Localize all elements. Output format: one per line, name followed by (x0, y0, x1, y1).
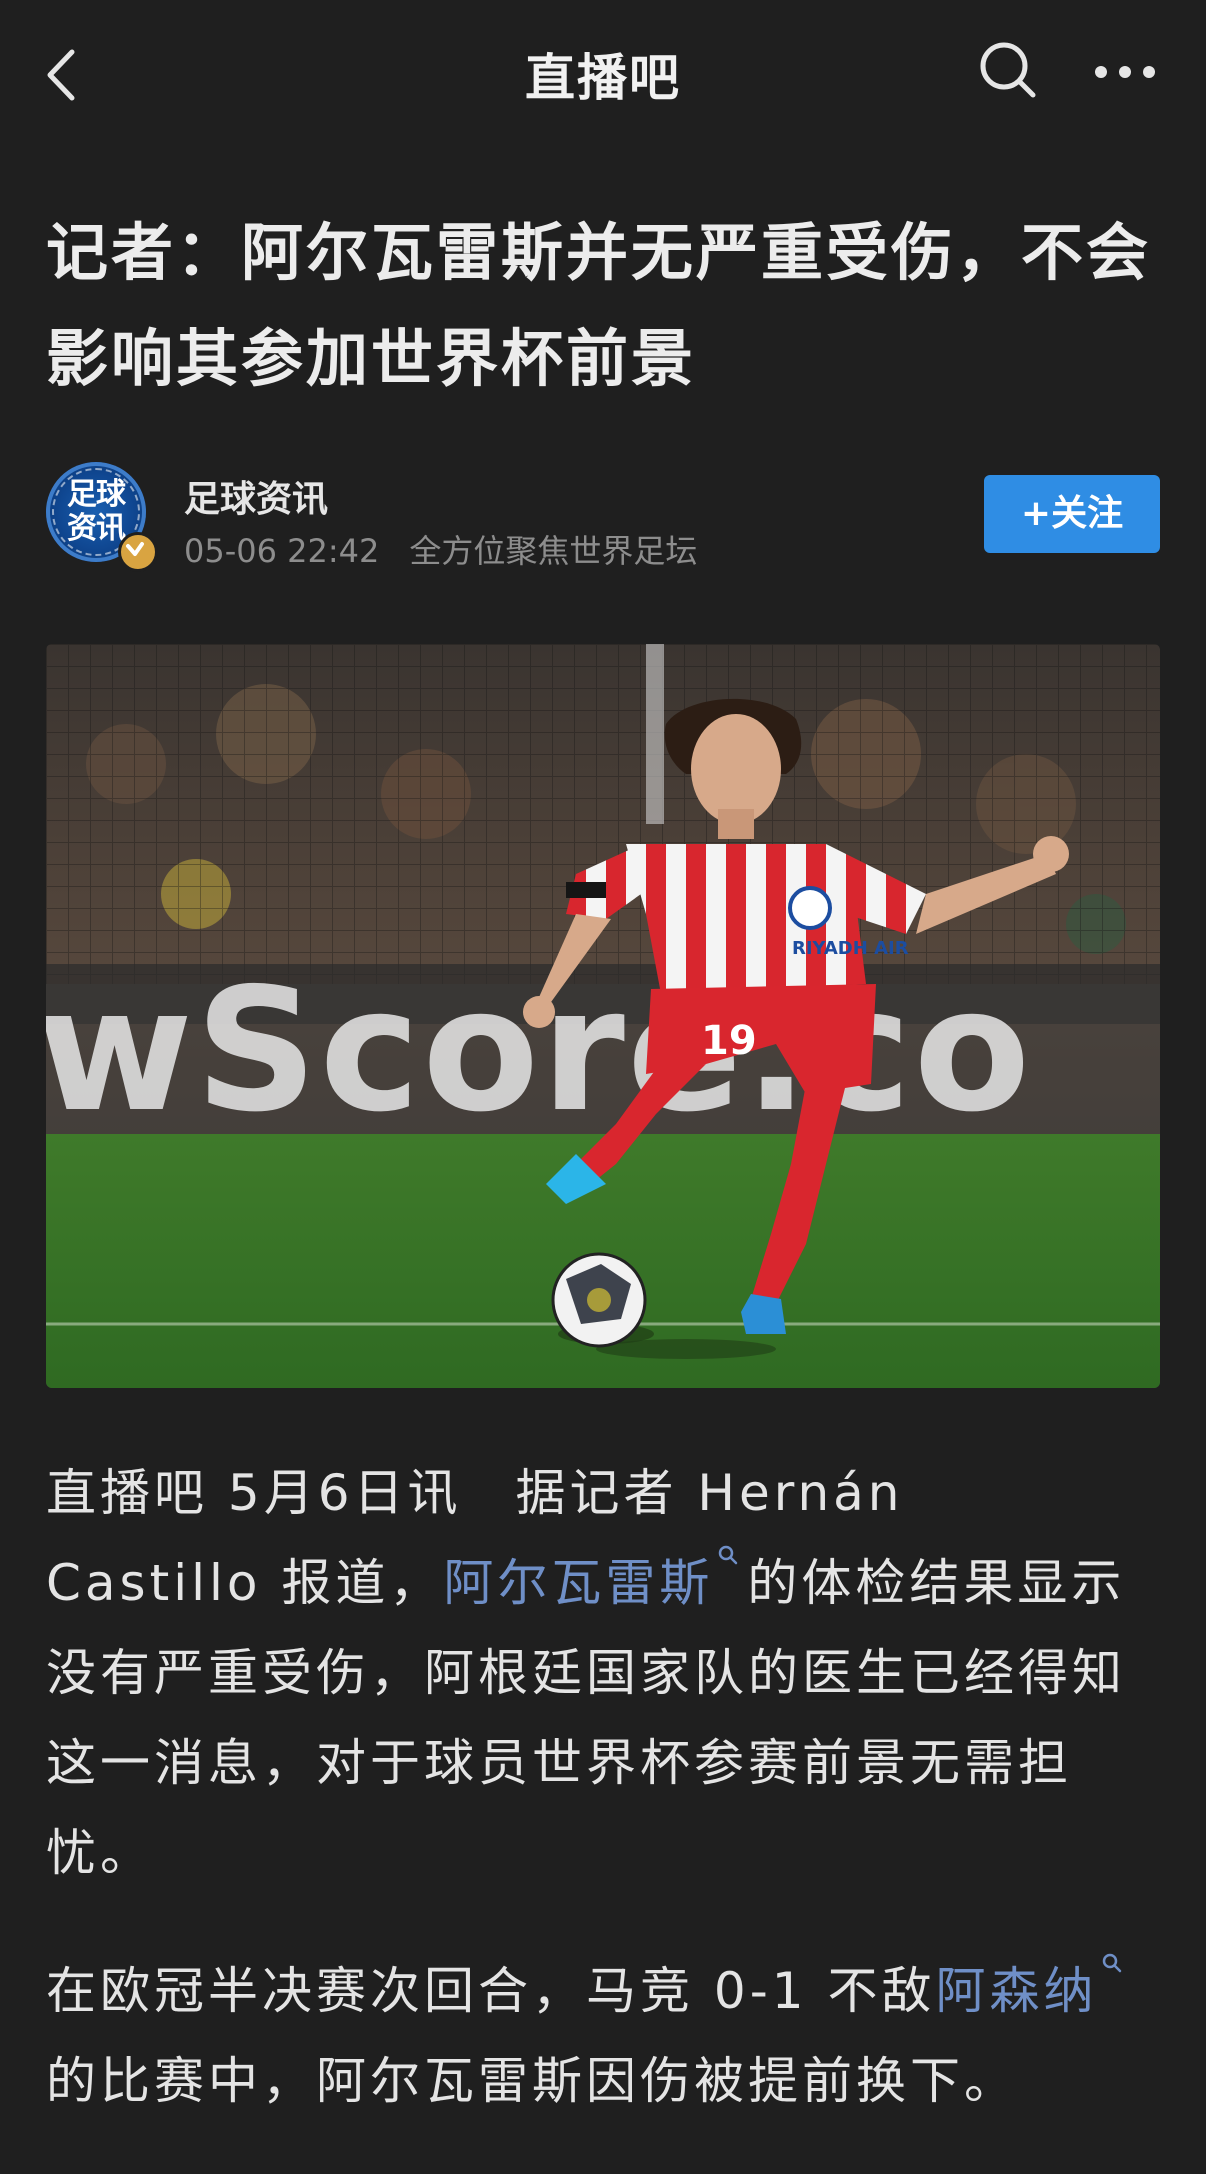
publish-time: 05-06 22:42 (184, 532, 380, 570)
keyword-link-alvarez[interactable]: 阿尔瓦雷斯 (443, 1554, 713, 1612)
jersey-number: 19 (701, 1018, 757, 1064)
top-nav-bar: 直播吧 (0, 0, 1206, 150)
author-bio: 全方位聚焦世界足坛 (409, 532, 698, 570)
article-body: 直播吧 5月6日讯 据记者 Hernán Castillo 报道，阿尔瓦雷斯 的体… (46, 1448, 1164, 2174)
author-row: 足球资讯 足球资讯 05-06 22:42 全方位聚焦世界足坛 +关注 (46, 460, 1160, 572)
verified-badge-icon (118, 532, 158, 572)
author-name[interactable]: 足球资讯 (184, 470, 328, 522)
keyword-link-arsenal[interactable]: 阿森纳 (935, 1962, 1097, 2020)
search-icon[interactable] (978, 40, 1038, 100)
keyword-search-icon[interactable] (1101, 1952, 1123, 1974)
ad-board-text: wScore.co (46, 952, 1032, 1150)
article-title: 记者：阿尔瓦雷斯并无严重受伤，不会影响其参加世界杯前景 (46, 216, 1152, 395)
article-photo[interactable]: wScore.co RIYADH AIR 19 (46, 644, 1160, 1388)
author-meta: 05-06 22:42 全方位聚焦世界足坛 (184, 526, 727, 572)
body-text-span: 在欧冠半决赛次回合，马竞 0-1 不敌 (46, 1962, 936, 2020)
follow-button[interactable]: +关注 (984, 475, 1160, 553)
body-paragraph-1: 直播吧 5月6日讯 据记者 Hernán Castillo 报道，阿尔瓦雷斯 的体… (46, 1448, 1164, 1898)
more-dots-icon[interactable] (1090, 50, 1170, 94)
body-paragraph-2: 在欧冠半决赛次回合，马竞 0-1 不敌阿森纳的比赛中，阿尔瓦雷斯因伤被提前换下。 (46, 1946, 1164, 2126)
keyword-search-icon[interactable] (717, 1544, 739, 1566)
body-text-span: 的比赛中，阿尔瓦雷斯因伤被提前换下。 (46, 2052, 1018, 2110)
jersey-sponsor: RIYADH AIR (792, 938, 909, 959)
